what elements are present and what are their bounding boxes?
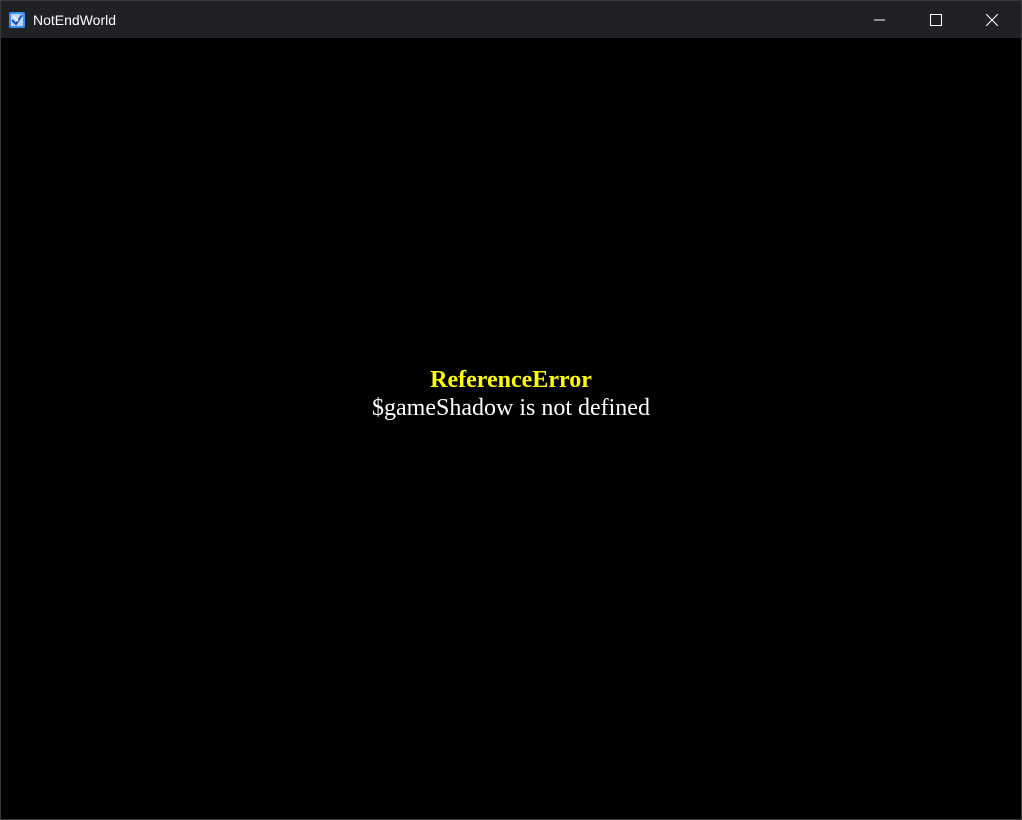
app-window: NotEndWorld ReferenceError $gameShadow i…: [0, 0, 1022, 820]
error-message: $gameShadow is not defined: [372, 395, 650, 421]
title-bar[interactable]: NotEndWorld: [1, 1, 1021, 38]
maximize-button[interactable]: [908, 1, 964, 38]
close-button[interactable]: [964, 1, 1020, 38]
minimize-icon: [874, 19, 885, 20]
error-name: ReferenceError: [430, 367, 592, 393]
game-canvas[interactable]: ReferenceError $gameShadow is not define…: [1, 38, 1021, 819]
error-printer: ReferenceError $gameShadow is not define…: [1, 366, 1021, 422]
window-title: NotEndWorld: [33, 12, 117, 28]
maximize-icon: [930, 13, 942, 26]
minimize-button[interactable]: [852, 1, 908, 38]
close-icon: [986, 13, 998, 26]
app-icon: [9, 12, 25, 28]
